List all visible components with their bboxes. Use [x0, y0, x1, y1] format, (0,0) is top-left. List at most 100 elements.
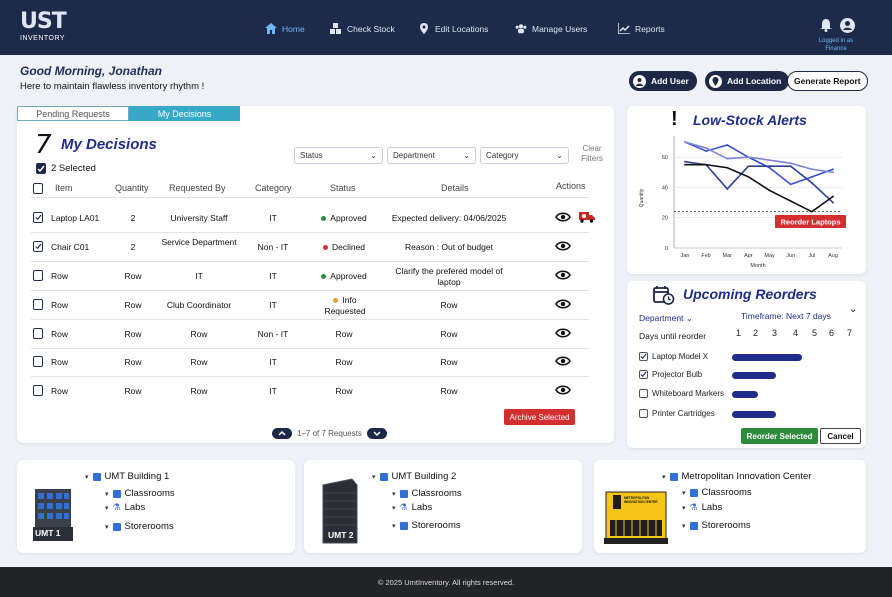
reorder-item[interactable]: Laptop Model X [639, 352, 708, 361]
x-tick-label: May [764, 253, 775, 259]
view-eye-icon[interactable] [555, 269, 571, 281]
reorder-item[interactable]: Projector Bulb [639, 370, 702, 379]
tree-node-storerooms[interactable]: ▾ Storerooms [105, 521, 174, 532]
view-eye-icon[interactable] [555, 298, 571, 310]
status-dot [321, 274, 327, 280]
generate-report-button[interactable]: Generate Report [787, 71, 868, 91]
select-all-checkbox[interactable] [36, 163, 46, 174]
greeting: Good Morning, Jonathan [20, 64, 162, 78]
nav-home[interactable]: Home [265, 23, 305, 34]
tree-node-classrooms[interactable]: ▾ Classrooms [392, 488, 462, 499]
app-logo[interactable]: UST INVENTORY [20, 10, 67, 46]
reorder-checkbox[interactable] [639, 370, 648, 379]
day-tick: 7 [847, 328, 853, 338]
series-point [810, 168, 813, 171]
status-filter[interactable]: Status ⌄ [294, 147, 383, 164]
row-checkbox[interactable] [33, 385, 43, 396]
users-icon [515, 24, 527, 34]
boxes-icon [330, 23, 341, 34]
add-location-button[interactable]: Add Location [705, 71, 790, 91]
details-cell: Row [440, 357, 458, 367]
nav-reports[interactable]: Reports [618, 23, 665, 34]
department-dropdown[interactable]: Department ⌄ [639, 313, 693, 324]
table-row[interactable]: Row Row Club Coordinator IT Info Requested Ro… [17, 295, 614, 329]
nav-check-stock[interactable]: Check Stock [330, 23, 395, 34]
next-page-button[interactable] [366, 428, 387, 439]
tree-node-classrooms[interactable]: ▾ Classrooms [105, 488, 175, 499]
tree-node-labs[interactable]: ▾ ⚗ Labs [682, 502, 722, 513]
pagination: 1–7 of 7 Requests [272, 428, 387, 439]
row-checkbox[interactable] [33, 299, 43, 310]
row-checkbox[interactable] [33, 328, 43, 339]
tree-node-labs[interactable]: ▾ ⚗ Labs [392, 502, 432, 513]
building-small-icon [379, 472, 388, 481]
series-point [705, 150, 708, 152]
row-checkbox[interactable] [33, 241, 43, 252]
x-tick-label: Jun [786, 253, 795, 259]
building-card-3[interactable]: METROPOLITAN INNOVATION CENTER ▾ Metropo… [594, 460, 866, 553]
building-small-icon [669, 472, 678, 481]
tab-pending-requests[interactable]: Pending Requests [17, 106, 129, 121]
reorder-laptops-label[interactable]: Reorder Laptops [780, 218, 840, 227]
tree-node-building[interactable]: ▾ Metropolitan Innovation Center [662, 471, 811, 482]
building-card-1[interactable]: UMT 1 ▾ UMT Building 1 ▾ Classrooms ▾ ⚗ … [17, 460, 295, 553]
tab-my-decisions[interactable]: My Decisions [129, 106, 240, 121]
nav-manage-users[interactable]: Manage Users [515, 23, 587, 34]
tree-node-building[interactable]: ▾ UMT Building 1 [85, 471, 169, 482]
view-eye-icon[interactable] [555, 327, 571, 339]
row-checkbox[interactable] [33, 356, 43, 367]
row-checkbox[interactable] [33, 270, 43, 281]
requested-by-cell: Club Coordinator [166, 300, 232, 310]
table-row[interactable]: Chair C01 2 Service Department Non - IT Decl… [17, 237, 614, 271]
status-text: Row [335, 357, 353, 367]
add-user-button[interactable]: Add User [629, 71, 697, 91]
row-checkbox[interactable] [33, 212, 43, 223]
requested-by-cell: IT [195, 271, 203, 281]
view-eye-icon[interactable] [555, 355, 571, 367]
clear-filters-button[interactable]: Clear Filters [579, 144, 605, 164]
timeframe-dropdown[interactable]: Timeframe: Next 7 days [741, 311, 831, 321]
department-filter[interactable]: Department ⌄ [387, 147, 476, 164]
delivery-truck-icon[interactable] [579, 211, 595, 223]
reorder-checkbox[interactable] [639, 352, 648, 361]
building-card-2[interactable]: UMT 2 ▾ UMT Building 2 ▾ Classrooms ▾ ⚗ … [304, 460, 582, 553]
cancel-button[interactable]: Cancel [820, 428, 861, 444]
chevron-down-icon[interactable]: ⌄ [849, 304, 857, 315]
status-text: Row [335, 386, 353, 396]
table-row[interactable]: Row Row IT IT Approved Clarify the prefered m… [17, 266, 614, 300]
tree-node-storerooms[interactable]: ▾ Storerooms [682, 520, 751, 531]
details-cell: Reason : Out of budget [405, 242, 493, 252]
view-eye-icon[interactable] [555, 211, 571, 223]
reorder-checkbox[interactable] [639, 389, 648, 398]
header-checkbox[interactable] [33, 183, 43, 194]
details-cell: Expected delivery: 04/06/2025 [391, 213, 507, 223]
nav-edit-locations[interactable]: Edit Locations [418, 23, 488, 34]
prev-page-button[interactable] [272, 428, 292, 439]
table-row[interactable]: Row Row Row Non - IT Row Row [17, 328, 614, 358]
reorder-item[interactable]: Whiteboard Markers [639, 389, 724, 398]
tree-node-labs[interactable]: ▾ ⚗ Labs [105, 502, 145, 513]
tree-node-building[interactable]: ▾ UMT Building 2 [372, 471, 456, 482]
archive-selected-button[interactable]: Archive Selected [504, 409, 575, 425]
tree-node-classrooms[interactable]: ▾ Classrooms [682, 487, 752, 498]
status-cell: Info Requested [319, 295, 371, 317]
view-eye-icon[interactable] [555, 240, 571, 252]
series-point [768, 189, 771, 192]
chevron-down-icon: ▾ [105, 523, 109, 531]
tree-node-storerooms[interactable]: ▾ Storerooms [392, 520, 461, 531]
category-filter[interactable]: Category ⌄ [480, 147, 569, 164]
reorder-item[interactable]: Printer Cartridges [639, 409, 715, 418]
status-cell: Row [307, 329, 381, 340]
series-point [726, 144, 729, 146]
table-row[interactable]: Row Row Row IT Row Row [17, 356, 614, 386]
table-row[interactable]: Laptop LA01 2 University Staff IT Approved Ex… [17, 212, 614, 242]
view-eye-icon[interactable] [555, 384, 571, 396]
row-divider [31, 319, 589, 320]
flask-icon: ⚗ [112, 502, 121, 512]
reorder-checkbox[interactable] [639, 409, 648, 418]
bell-icon[interactable] [820, 19, 832, 32]
col-details: Details [441, 183, 469, 193]
user-avatar-icon[interactable] [840, 18, 855, 33]
requested-by-cell: Row [190, 386, 208, 396]
reorder-selected-button[interactable]: Reorder Selected [741, 428, 818, 444]
